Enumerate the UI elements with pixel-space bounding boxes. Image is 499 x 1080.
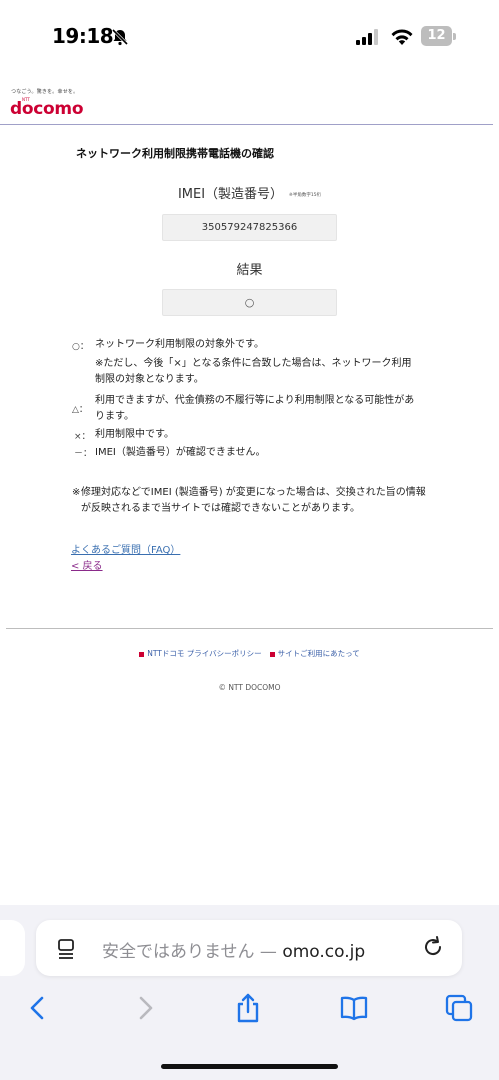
back-arrow-icon[interactable] [22, 992, 54, 1024]
status-time: 19:18 [52, 24, 114, 48]
footnote-text: 修理対応などでIMEI (製造番号) が変更になった場合は、交換された旨の情報が… [81, 487, 426, 514]
back-link[interactable]: < 戻る [71, 557, 103, 572]
bell-muted-icon [111, 28, 129, 46]
result-label: 結果 [236, 263, 263, 278]
bullet-icon [139, 651, 145, 657]
legend-circle-symbol: ○： [72, 342, 89, 352]
page-title: ネットワーク利用制限携帯電話機の確認 [76, 147, 274, 160]
battery-icon: 12 [421, 26, 457, 48]
privacy-policy-link[interactable]: NTTドコモ プライバシーポリシー [147, 649, 261, 658]
previous-tab-card[interactable] [0, 920, 25, 976]
tabs-icon[interactable] [443, 992, 475, 1024]
legend-dash-text: IMEI（製造番号）が確認できません。 [95, 447, 266, 458]
address-domain: omo.co.jp [282, 942, 366, 962]
insecure-warning: 安全ではありません — [102, 942, 283, 962]
page-menu-icon[interactable] [56, 937, 78, 961]
docomo-logo[interactable]: docomo [10, 99, 84, 119]
legend-circle-text: ネットワーク利用制限の対象外です。 [95, 339, 264, 350]
signal-icon [356, 29, 378, 45]
imei-label: IMEI（製造番号） ※半角数字15桁 [0, 183, 499, 202]
address-text[interactable]: 安全ではありません — omo.co.jp [102, 937, 365, 962]
copyright: © NTT DOCOMO [218, 683, 281, 692]
footer-links: NTTドコモ プライバシーポリシー サイトご利用にあたって [0, 648, 499, 659]
footnote-asterisk: ※ [72, 487, 81, 498]
legend-triangle-symbol: △： [72, 405, 88, 415]
forward-arrow-icon[interactable] [129, 992, 161, 1024]
legend-cross-text: 利用制限中です。 [95, 429, 174, 440]
header-divider [0, 124, 493, 125]
brand-tagline: つなごう。驚きを。幸せを。 [11, 89, 79, 95]
site-terms-link[interactable]: サイトご利用にあたって [278, 649, 360, 658]
bookmarks-icon[interactable] [338, 992, 370, 1024]
result-value-field: ○ [162, 289, 337, 316]
imei-label-text: IMEI（製造番号） [177, 187, 284, 202]
reload-icon[interactable] [423, 935, 445, 959]
battery-level: 12 [421, 26, 452, 46]
wifi-icon [391, 29, 413, 45]
footnote: ※ 修理対応などでIMEI (製造番号) が変更になった場合は、交換された旨の情… [72, 485, 427, 517]
footer-divider [6, 628, 493, 629]
legend-cross-symbol: ×： [74, 432, 91, 442]
share-icon[interactable] [232, 992, 264, 1024]
legend-dash-symbol: －： [74, 449, 93, 459]
bullet-icon [269, 651, 275, 657]
imei-note: ※半角数字15桁 [289, 192, 322, 198]
faq-link[interactable]: よくあるご質問（FAQ） [71, 541, 180, 556]
home-indicator[interactable] [161, 1064, 338, 1069]
legend-triangle-text: 利用できますが、代金債務の不履行等により利用制限となる可能性があります。 [95, 395, 415, 422]
legend-circle-note: ※ただし、今後「×」となる条件に合致した場合は、ネットワーク利用制限の対象となり… [95, 358, 412, 385]
imei-value-field: 350579247825366 [162, 214, 337, 241]
